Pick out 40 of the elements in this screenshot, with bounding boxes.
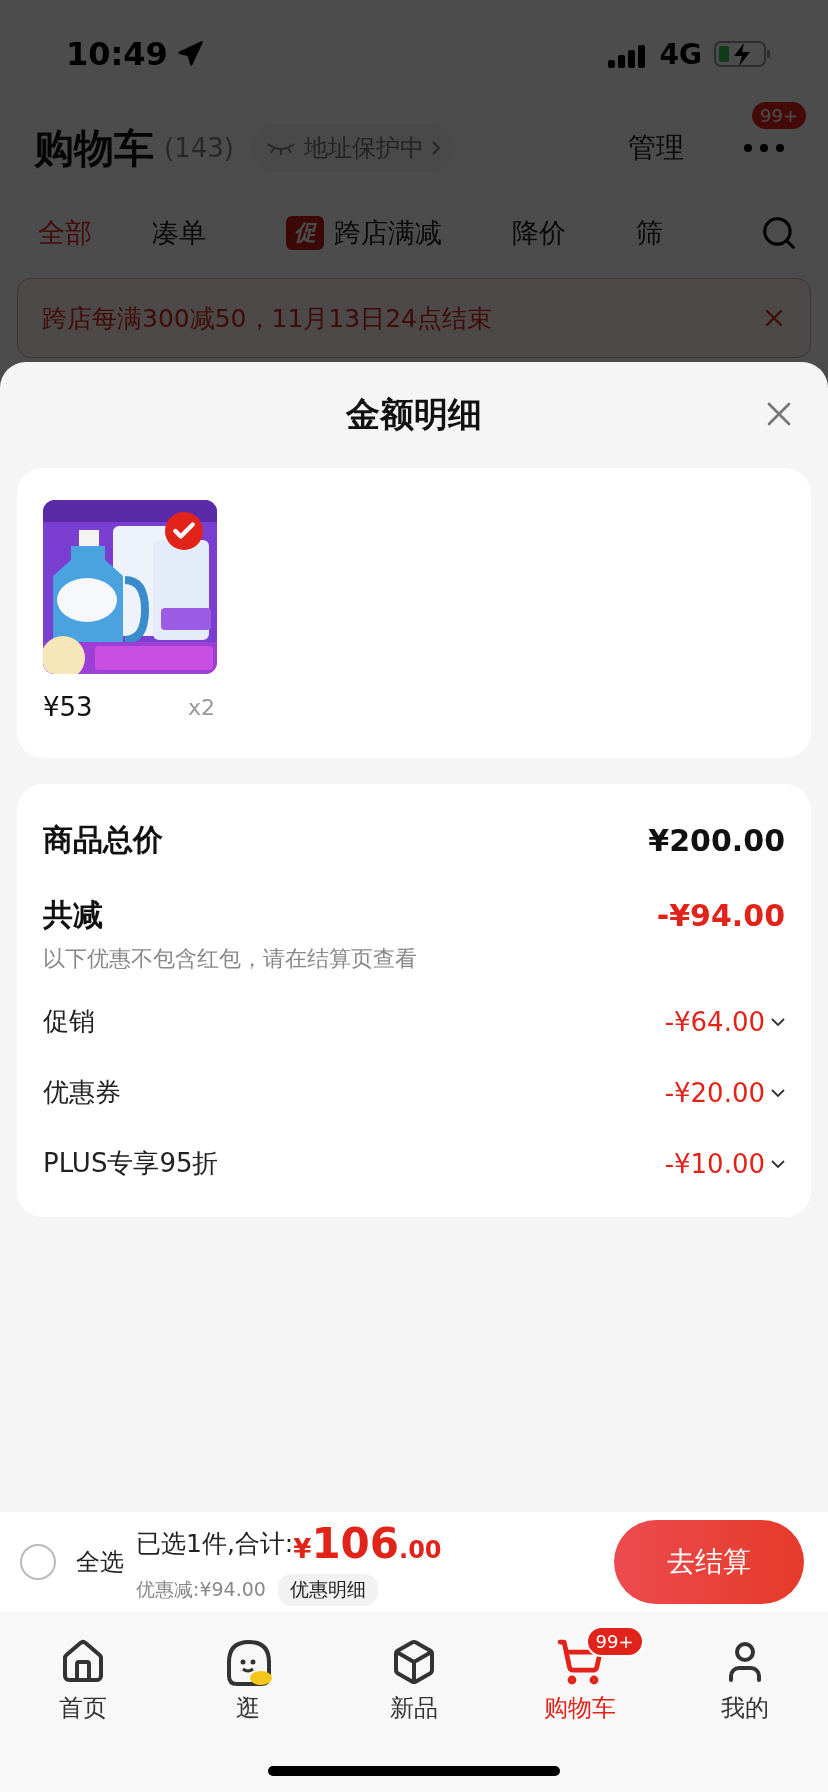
discount-detail-button[interactable]: 优惠明细 — [277, 1573, 378, 1606]
discount-row-label: 优惠券 — [43, 1076, 121, 1109]
discount-amount: -¥94.00 — [656, 898, 785, 933]
sheet-title: 金额明细 — [346, 393, 482, 436]
promo-banner-text: 跨店每满300减50，11月13日24点结束 — [42, 302, 492, 335]
filter-tab-label: 跨店满减 — [334, 216, 442, 250]
discount-row[interactable]: PLUS专享95折 -¥10.00 — [43, 1146, 785, 1181]
item-quantity: x2 — [187, 694, 215, 720]
page-title: 购物车 — [34, 123, 154, 173]
discount-label: 共减 — [43, 896, 103, 934]
network-label: 4G — [659, 37, 702, 71]
nav-label: 购物车 — [543, 1693, 616, 1724]
discount-row-label: PLUS专享95折 — [43, 1147, 219, 1180]
discount-note: 以下优惠不包含红包，请在结算页查看 — [43, 945, 418, 973]
nav-tab[interactable]: 逛 — [165, 1626, 332, 1728]
selected-summary: 已选1件,合计: — [136, 1527, 294, 1560]
item-price: ¥53 — [43, 692, 93, 722]
checkout-button[interactable]: 去结算 — [614, 1520, 804, 1604]
discount-row-amount: -¥20.00 — [664, 1077, 765, 1108]
status-time: 10:49 — [66, 35, 168, 73]
nav-tab[interactable]: 首页 — [0, 1626, 166, 1728]
discount-row-label: 促销 — [43, 1005, 95, 1038]
nav-tab[interactable]: 新品 — [331, 1626, 497, 1728]
select-all-checkbox[interactable] — [20, 1544, 56, 1580]
total-amount: ¥200.00 — [648, 823, 785, 858]
total-price: ¥106.00 — [293, 1518, 442, 1568]
nav-label: 新品 — [390, 1693, 438, 1724]
cart-badge: 99+ — [585, 1626, 644, 1657]
nav-tab[interactable]: 我的 — [662, 1626, 828, 1728]
nav-label: 首页 — [58, 1693, 107, 1724]
total-label: 商品总价 — [43, 821, 163, 859]
saved-amount: 优惠减:¥94.00 — [136, 1576, 266, 1602]
nav-tab[interactable]: 99+ 购物车 — [496, 1626, 663, 1728]
nav-label: 我的 — [721, 1693, 770, 1724]
discount-row[interactable]: 优惠券 -¥20.00 — [43, 1075, 785, 1110]
nav-label: 逛 — [236, 1693, 261, 1724]
discount-row[interactable]: 促销 -¥64.00 — [43, 1004, 785, 1039]
select-all-label: 全选 — [76, 1547, 124, 1578]
discount-row-amount: -¥10.00 — [664, 1148, 765, 1179]
discount-row-amount: -¥64.00 — [664, 1006, 765, 1037]
